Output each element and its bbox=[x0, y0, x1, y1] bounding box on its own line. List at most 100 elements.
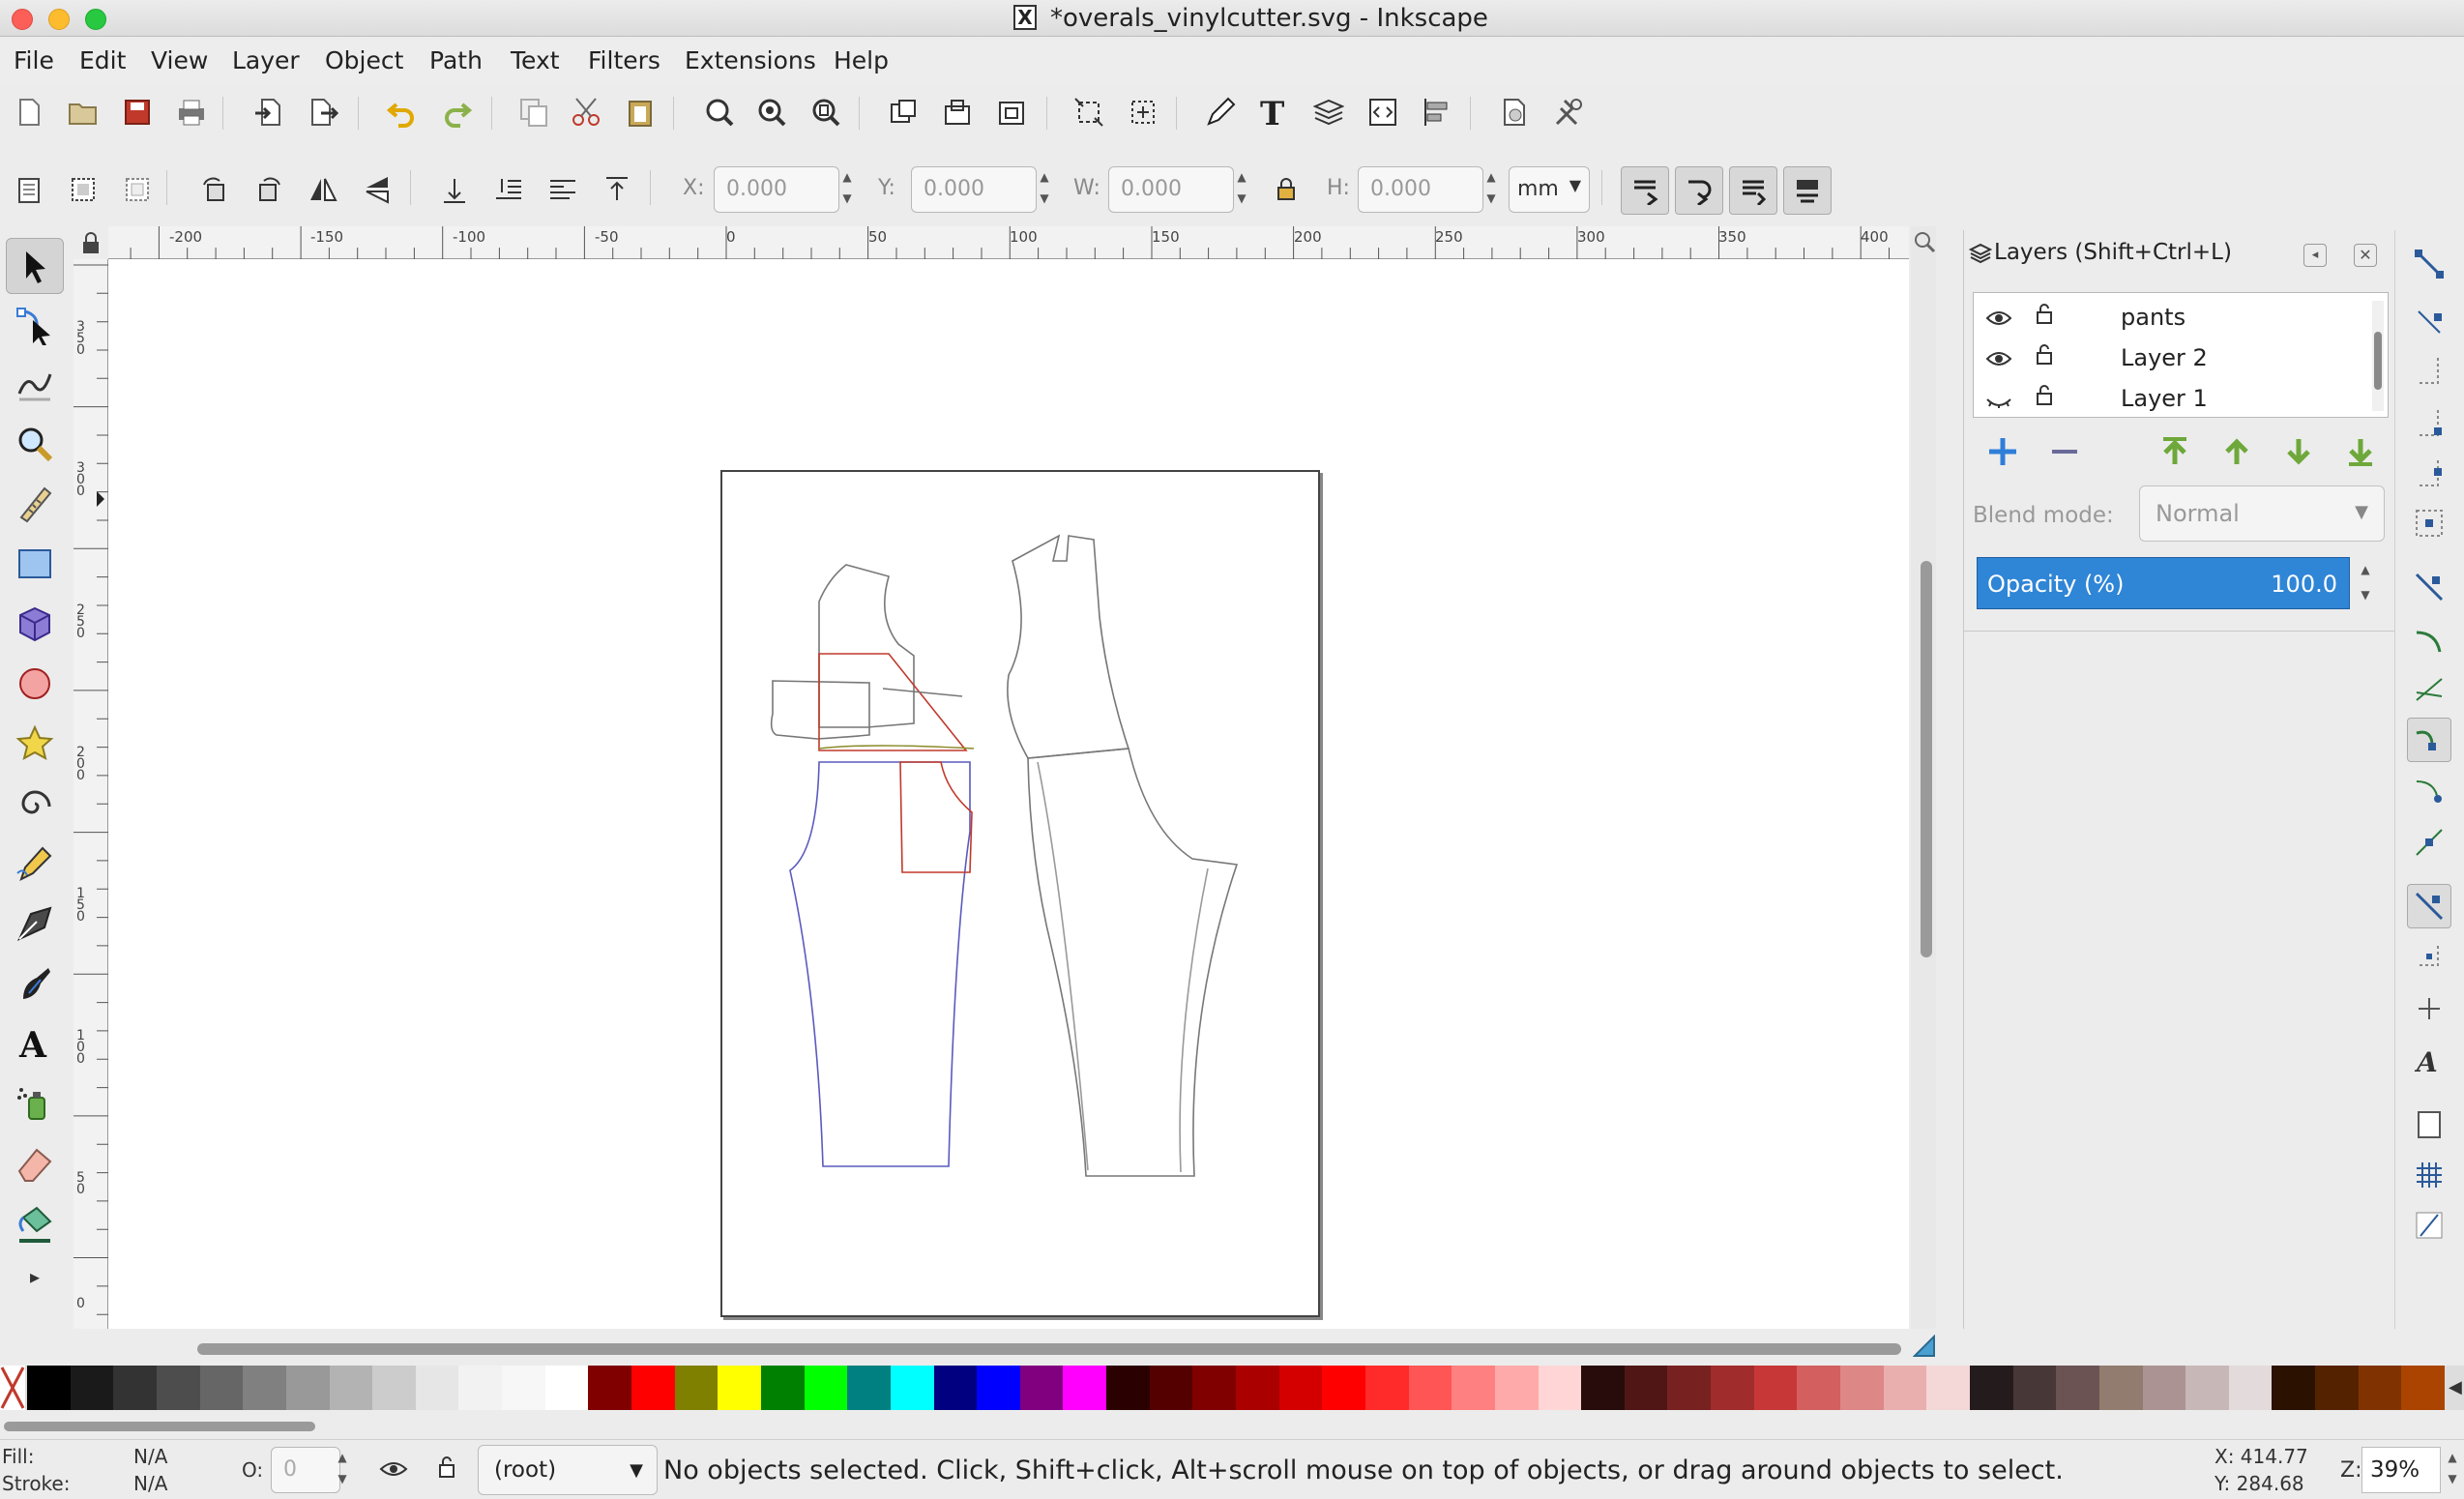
color-swatch[interactable] bbox=[1106, 1366, 1151, 1410]
color-swatch[interactable] bbox=[1969, 1366, 2013, 1410]
menu-extensions[interactable]: Extensions bbox=[685, 46, 816, 74]
color-swatch[interactable] bbox=[285, 1366, 330, 1410]
selector-tool-icon[interactable] bbox=[6, 238, 64, 294]
color-swatch[interactable] bbox=[502, 1366, 546, 1410]
zoom-tool-icon[interactable] bbox=[6, 416, 64, 472]
lock-open-icon[interactable] bbox=[2036, 384, 2053, 413]
pattern-drawing[interactable] bbox=[722, 472, 1322, 1319]
raise-to-top-icon[interactable] bbox=[433, 168, 476, 211]
rectangle-tool-icon[interactable] bbox=[6, 536, 64, 592]
color-swatch[interactable] bbox=[631, 1366, 675, 1410]
color-swatch[interactable] bbox=[2315, 1366, 2360, 1410]
zoom-field[interactable]: 39% bbox=[2361, 1447, 2441, 1493]
minimize-window-button[interactable] bbox=[48, 9, 70, 30]
close-window-button[interactable] bbox=[12, 9, 33, 30]
color-swatch[interactable] bbox=[1494, 1366, 1539, 1410]
horizontal-scroll-thumb[interactable] bbox=[197, 1343, 1901, 1355]
color-swatch[interactable] bbox=[1149, 1366, 1193, 1410]
menu-file[interactable]: File bbox=[14, 46, 54, 74]
unit-select[interactable]: mm ▼ bbox=[1509, 166, 1590, 213]
opacity-slider[interactable]: Opacity (%) 100.0 bbox=[1977, 557, 2350, 609]
snap-others-icon[interactable] bbox=[2407, 884, 2451, 928]
export-icon[interactable] bbox=[302, 91, 344, 133]
h-field[interactable]: 0.000 bbox=[1358, 166, 1483, 213]
color-swatch[interactable] bbox=[329, 1366, 373, 1410]
pencil-tool-icon[interactable] bbox=[6, 836, 64, 892]
layer-visibility-icon[interactable] bbox=[379, 1458, 408, 1484]
x-field[interactable]: 0.000 bbox=[714, 166, 839, 213]
transform-patterns-icon[interactable] bbox=[1783, 166, 1832, 215]
color-swatch[interactable] bbox=[2142, 1366, 2186, 1410]
redo-icon[interactable] bbox=[435, 91, 478, 133]
eye-closed-icon[interactable] bbox=[1985, 388, 2012, 415]
vertical-scroll-thumb[interactable] bbox=[1921, 561, 1932, 957]
snap-object-midpoint-icon[interactable] bbox=[2407, 934, 2451, 979]
align-dialog-icon[interactable] bbox=[1416, 91, 1458, 133]
color-swatch[interactable] bbox=[1797, 1366, 1841, 1410]
color-swatch[interactable] bbox=[1364, 1366, 1409, 1410]
color-swatch[interactable] bbox=[1753, 1366, 1798, 1410]
vertical-ruler[interactable]: 350 300 250 200 150 100 50 0 bbox=[73, 259, 108, 1329]
palette-menu-icon[interactable]: ◀ bbox=[2449, 1377, 2462, 1397]
color-swatch[interactable] bbox=[804, 1366, 848, 1410]
menu-text[interactable]: Text bbox=[511, 46, 560, 74]
add-layer-icon[interactable] bbox=[1986, 435, 2019, 472]
color-swatch[interactable] bbox=[760, 1366, 805, 1410]
zoom-page-icon[interactable] bbox=[805, 91, 847, 133]
status-opacity-field[interactable]: 0 bbox=[271, 1447, 340, 1493]
text-font-icon[interactable]: T bbox=[1253, 91, 1296, 133]
snap-text-baseline-icon[interactable]: A bbox=[2407, 1039, 2451, 1083]
color-swatch[interactable] bbox=[1624, 1366, 1668, 1410]
color-swatch[interactable] bbox=[199, 1366, 244, 1410]
snap-guide-icon[interactable] bbox=[2407, 1203, 2451, 1248]
snap-bbox-edge-icon[interactable] bbox=[2407, 348, 2451, 393]
color-swatch[interactable] bbox=[1711, 1366, 1755, 1410]
layer-row[interactable]: Layer 1 bbox=[1985, 378, 2372, 419]
select-all-layers-icon[interactable] bbox=[62, 168, 104, 211]
document-properties-icon[interactable] bbox=[1493, 91, 1536, 133]
layer-lock-icon[interactable] bbox=[437, 1455, 456, 1484]
stroke-value[interactable]: N/A bbox=[133, 1472, 167, 1495]
color-swatch[interactable] bbox=[70, 1366, 114, 1410]
color-swatch[interactable] bbox=[458, 1366, 503, 1410]
cut-icon[interactable] bbox=[565, 91, 607, 133]
save-icon[interactable] bbox=[116, 91, 159, 133]
duplicate-icon[interactable] bbox=[513, 91, 555, 133]
color-swatch[interactable] bbox=[2228, 1366, 2273, 1410]
snap-bbox-icon[interactable] bbox=[2407, 300, 2451, 344]
y-field[interactable]: 0.000 bbox=[911, 166, 1037, 213]
xml-editor-icon[interactable] bbox=[1362, 91, 1404, 133]
raise-icon[interactable] bbox=[487, 168, 530, 211]
maximize-window-button[interactable] bbox=[85, 9, 106, 30]
color-swatch[interactable] bbox=[1883, 1366, 1927, 1410]
calligraphy-tool-icon[interactable] bbox=[6, 955, 64, 1012]
panel-close-icon[interactable]: ✕ bbox=[2354, 244, 2377, 267]
color-swatch[interactable] bbox=[1236, 1366, 1279, 1410]
panel-iconify-icon[interactable]: ◂ bbox=[2303, 244, 2327, 267]
current-layer-select[interactable]: (root) ▼ bbox=[478, 1445, 658, 1495]
zoom-drawing-icon[interactable] bbox=[750, 91, 793, 133]
measure-tool-icon[interactable] bbox=[6, 476, 64, 532]
zoom-spinner[interactable]: ▲ ▼ bbox=[2443, 1447, 2462, 1493]
color-manage-icon[interactable] bbox=[1912, 1334, 1936, 1358]
snap-smooth-icon[interactable] bbox=[2407, 768, 2451, 812]
lock-layer-icon[interactable] bbox=[936, 91, 979, 133]
color-swatch[interactable] bbox=[1926, 1366, 1971, 1410]
menu-filters[interactable]: Filters bbox=[588, 46, 660, 74]
preferences-icon[interactable] bbox=[1547, 91, 1590, 133]
menu-layer[interactable]: Layer bbox=[232, 46, 300, 74]
snap-midpoint-icon[interactable] bbox=[2407, 820, 2451, 865]
color-swatch[interactable] bbox=[27, 1366, 71, 1410]
layer-to-top-icon[interactable] bbox=[2158, 435, 2191, 472]
snap-cusp-icon[interactable] bbox=[2407, 718, 2451, 762]
color-swatch[interactable] bbox=[2012, 1366, 2057, 1410]
print-icon[interactable] bbox=[170, 91, 213, 133]
new-document-icon[interactable] bbox=[8, 91, 50, 133]
group-icon[interactable] bbox=[882, 91, 924, 133]
color-swatch[interactable] bbox=[1408, 1366, 1452, 1410]
color-swatch[interactable] bbox=[1278, 1366, 1323, 1410]
no-paint-swatch[interactable] bbox=[0, 1366, 25, 1410]
menu-path[interactable]: Path bbox=[429, 46, 483, 74]
color-swatch[interactable] bbox=[1840, 1366, 1884, 1410]
h-spinner[interactable]: ▲ ▼ bbox=[1481, 166, 1501, 213]
